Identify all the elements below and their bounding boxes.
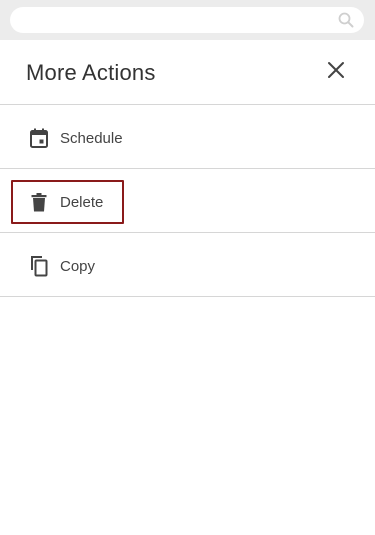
action-row-copy: Copy [0, 233, 375, 297]
action-row-delete: Delete [0, 169, 375, 233]
close-button[interactable] [321, 57, 351, 87]
close-icon [327, 61, 345, 84]
search-input[interactable] [10, 7, 364, 33]
copy-label: Copy [60, 257, 96, 275]
sheet-header: More Actions [0, 40, 375, 105]
copy-icon [28, 255, 50, 277]
delete-action[interactable]: Delete [11, 180, 124, 224]
schedule-label: Schedule [60, 129, 123, 147]
trash-icon [28, 191, 50, 213]
schedule-action[interactable]: Schedule [11, 116, 124, 160]
more-actions-sheet: More Actions Schedule Delete Copy [0, 40, 375, 535]
action-row-schedule: Schedule [0, 105, 375, 169]
delete-label: Delete [60, 193, 104, 211]
search-icon[interactable] [338, 12, 354, 28]
sheet-title: More Actions [26, 60, 156, 85]
top-bar [0, 0, 375, 40]
calendar-icon [28, 127, 50, 149]
empty-area [0, 297, 375, 497]
copy-action[interactable]: Copy [11, 244, 124, 288]
